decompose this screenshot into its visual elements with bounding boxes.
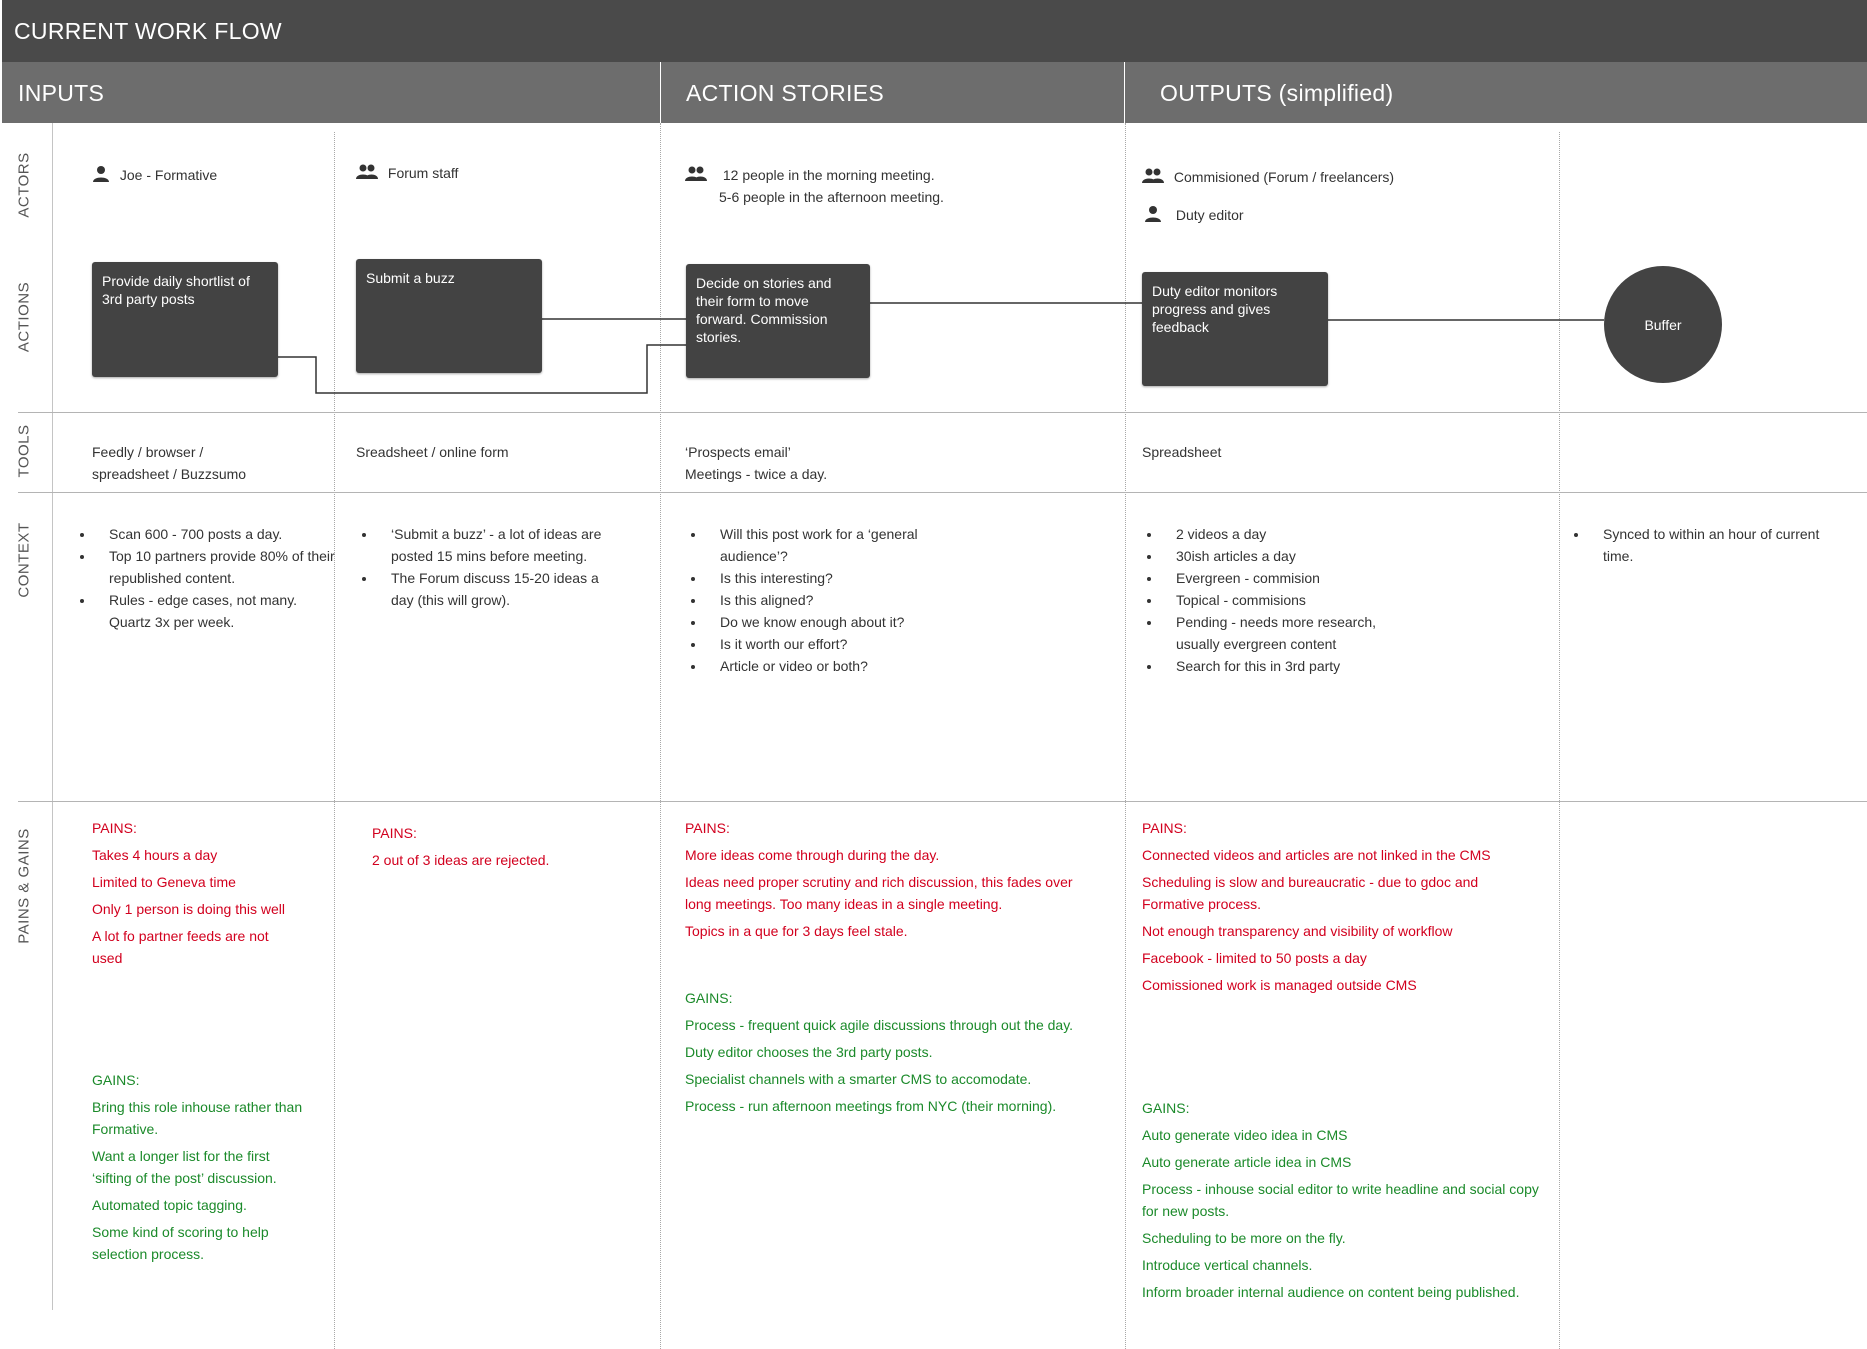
tool-line: Feedly / browser / [92, 444, 204, 460]
gain-item: Bring this role inhouse rather than Form… [92, 1099, 303, 1137]
pain-item: Facebook - limited to 50 posts a day [1142, 950, 1367, 966]
row-divider-pains-gains [18, 801, 1867, 802]
row-label-pains-gains: PAINS & GAINS [15, 828, 33, 944]
context-item: Pending - needs more research, usually e… [1162, 611, 1392, 655]
pain-item: Ideas need proper scrutiny and rich disc… [685, 874, 1073, 912]
pains-col1: PAINS: Takes 4 hours a day Limited to Ge… [92, 817, 302, 974]
buffer-node: Buffer [1604, 266, 1722, 383]
pain-item: Only 1 person is doing this well [92, 901, 285, 917]
context-item: Is it worth our effort? [706, 633, 956, 655]
gain-item: Scheduling to be more on the fly. [1142, 1230, 1346, 1246]
gain-item: Inform broader internal audience on cont… [1142, 1284, 1520, 1300]
context-col4: 2 videos a day 30ish articles a day Ever… [1140, 523, 1392, 677]
tools-col1: Feedly / browser / spreadsheet / Buzzsum… [92, 441, 246, 485]
pains-col4: PAINS: Connected videos and articles are… [1142, 817, 1542, 1001]
pain-item: Comissioned work is managed outside CMS [1142, 977, 1417, 993]
row-label-tools: TOOLS [15, 424, 33, 478]
action-box-shortlist: Provide daily shortlist of 3rd party pos… [92, 262, 278, 377]
context-item: Top 10 partners provide 80% of their rep… [95, 545, 335, 589]
tool-line: Meetings - twice a day. [685, 466, 828, 482]
pains-heading: PAINS: [372, 825, 417, 841]
gain-item: Auto generate article idea in CMS [1142, 1154, 1352, 1170]
context-item: 30ish articles a day [1162, 545, 1392, 567]
gains-col3: GAINS: Process - frequent quick agile di… [685, 987, 1085, 1122]
gains-col1: GAINS: Bring this role inhouse rather th… [92, 1069, 307, 1270]
context-item: Article or video or both? [706, 655, 956, 677]
context-item: Search for this in 3rd party [1162, 655, 1392, 677]
tool-line: spreadsheet / Buzzsumo [92, 466, 247, 482]
row-label-context: CONTEXT [15, 522, 33, 598]
pain-item: Not enough transparency and visibility o… [1142, 923, 1453, 939]
context-item: Will this post work for a ‘general audie… [706, 523, 956, 567]
pain-item: Topics in a que for 3 days feel stale. [685, 923, 908, 939]
tools-col4: Spreadsheet [1142, 441, 1221, 463]
gain-item: Some kind of scoring to help selection p… [92, 1224, 269, 1262]
pain-item: 2 out of 3 ideas are rejected. [372, 852, 550, 868]
action-box-duty-editor: Duty editor monitors progress and gives … [1142, 272, 1328, 386]
gain-item: Duty editor chooses the 3rd party posts. [685, 1044, 933, 1060]
pains-heading: PAINS: [685, 820, 730, 836]
gains-heading: GAINS: [685, 990, 733, 1006]
tool-line: ‘Prospects email’ [685, 444, 791, 460]
context-col5: Synced to within an hour of current time… [1567, 523, 1829, 567]
tool-line: Sreadsheet / online form [356, 444, 509, 460]
context-col3: Will this post work for a ‘general audie… [684, 523, 956, 677]
pain-item: Limited to Geneva time [92, 874, 236, 890]
gain-item: Specialist channels with a smarter CMS t… [685, 1071, 1032, 1087]
tool-line: Spreadsheet [1142, 444, 1222, 460]
context-item: Do we know enough about it? [706, 611, 956, 633]
context-item: The Forum discuss 15-20 ideas a day (thi… [377, 567, 617, 611]
context-item: Is this interesting? [706, 567, 956, 589]
context-item: Synced to within an hour of current time… [1589, 523, 1829, 567]
context-item: Rules - edge cases, not many. Quartz 3x … [95, 589, 335, 633]
tools-col3: ‘Prospects email’ Meetings - twice a day… [685, 441, 827, 485]
gains-heading: GAINS: [92, 1072, 140, 1088]
flow-connectors [278, 302, 1604, 394]
pain-item: Connected videos and articles are not li… [1142, 847, 1491, 863]
action-box-decide-stories: Decide on stories and their form to move… [686, 264, 870, 378]
tools-col2: Sreadsheet / online form [356, 441, 509, 463]
pains-col3: PAINS: More ideas come through during th… [685, 817, 1085, 947]
gain-item: Process - inhouse social editor to write… [1142, 1181, 1539, 1219]
pain-item: Scheduling is slow and bureaucratic - du… [1142, 874, 1479, 912]
context-col4-clip: 2 videos a day 30ish articles a day Ever… [1140, 523, 1440, 707]
context-item: Evergreen - commision [1162, 567, 1392, 589]
row-divider-context [18, 492, 1867, 493]
gain-item: Process - run afternoon meetings from NY… [685, 1098, 1057, 1114]
context-item: 2 videos a day [1162, 523, 1392, 545]
context-item: ‘Submit a buzz’ - a lot of ideas are pos… [377, 523, 617, 567]
gain-item: Process - frequent quick agile discussio… [685, 1017, 1074, 1033]
context-item: Topical - commisions [1162, 589, 1392, 611]
gain-item: Automated topic tagging. [92, 1197, 247, 1213]
pains-col2: PAINS: 2 out of 3 ideas are rejected. [372, 822, 622, 876]
gain-item: Auto generate video idea in CMS [1142, 1127, 1348, 1143]
gains-col4: GAINS: Auto generate video idea in CMS A… [1142, 1097, 1542, 1308]
pains-heading: PAINS: [92, 820, 137, 836]
action-box-submit-buzz: Submit a buzz [356, 259, 542, 373]
pain-item: Takes 4 hours a day [92, 847, 218, 863]
gain-item: Introduce vertical channels. [1142, 1257, 1313, 1273]
gain-item: Want a longer list for the first ‘siftin… [92, 1148, 277, 1186]
pain-item: A lot fo partner feeds are not used [92, 928, 269, 966]
context-col2: ‘Submit a buzz’ - a lot of ideas are pos… [355, 523, 617, 611]
context-item: Is this aligned? [706, 589, 956, 611]
pains-heading: PAINS: [1142, 820, 1187, 836]
gains-heading: GAINS: [1142, 1100, 1190, 1116]
pain-item: More ideas come through during the day. [685, 847, 940, 863]
context-col1: Scan 600 - 700 posts a day. Top 10 partn… [73, 523, 335, 633]
context-item: Scan 600 - 700 posts a day. [95, 523, 335, 545]
